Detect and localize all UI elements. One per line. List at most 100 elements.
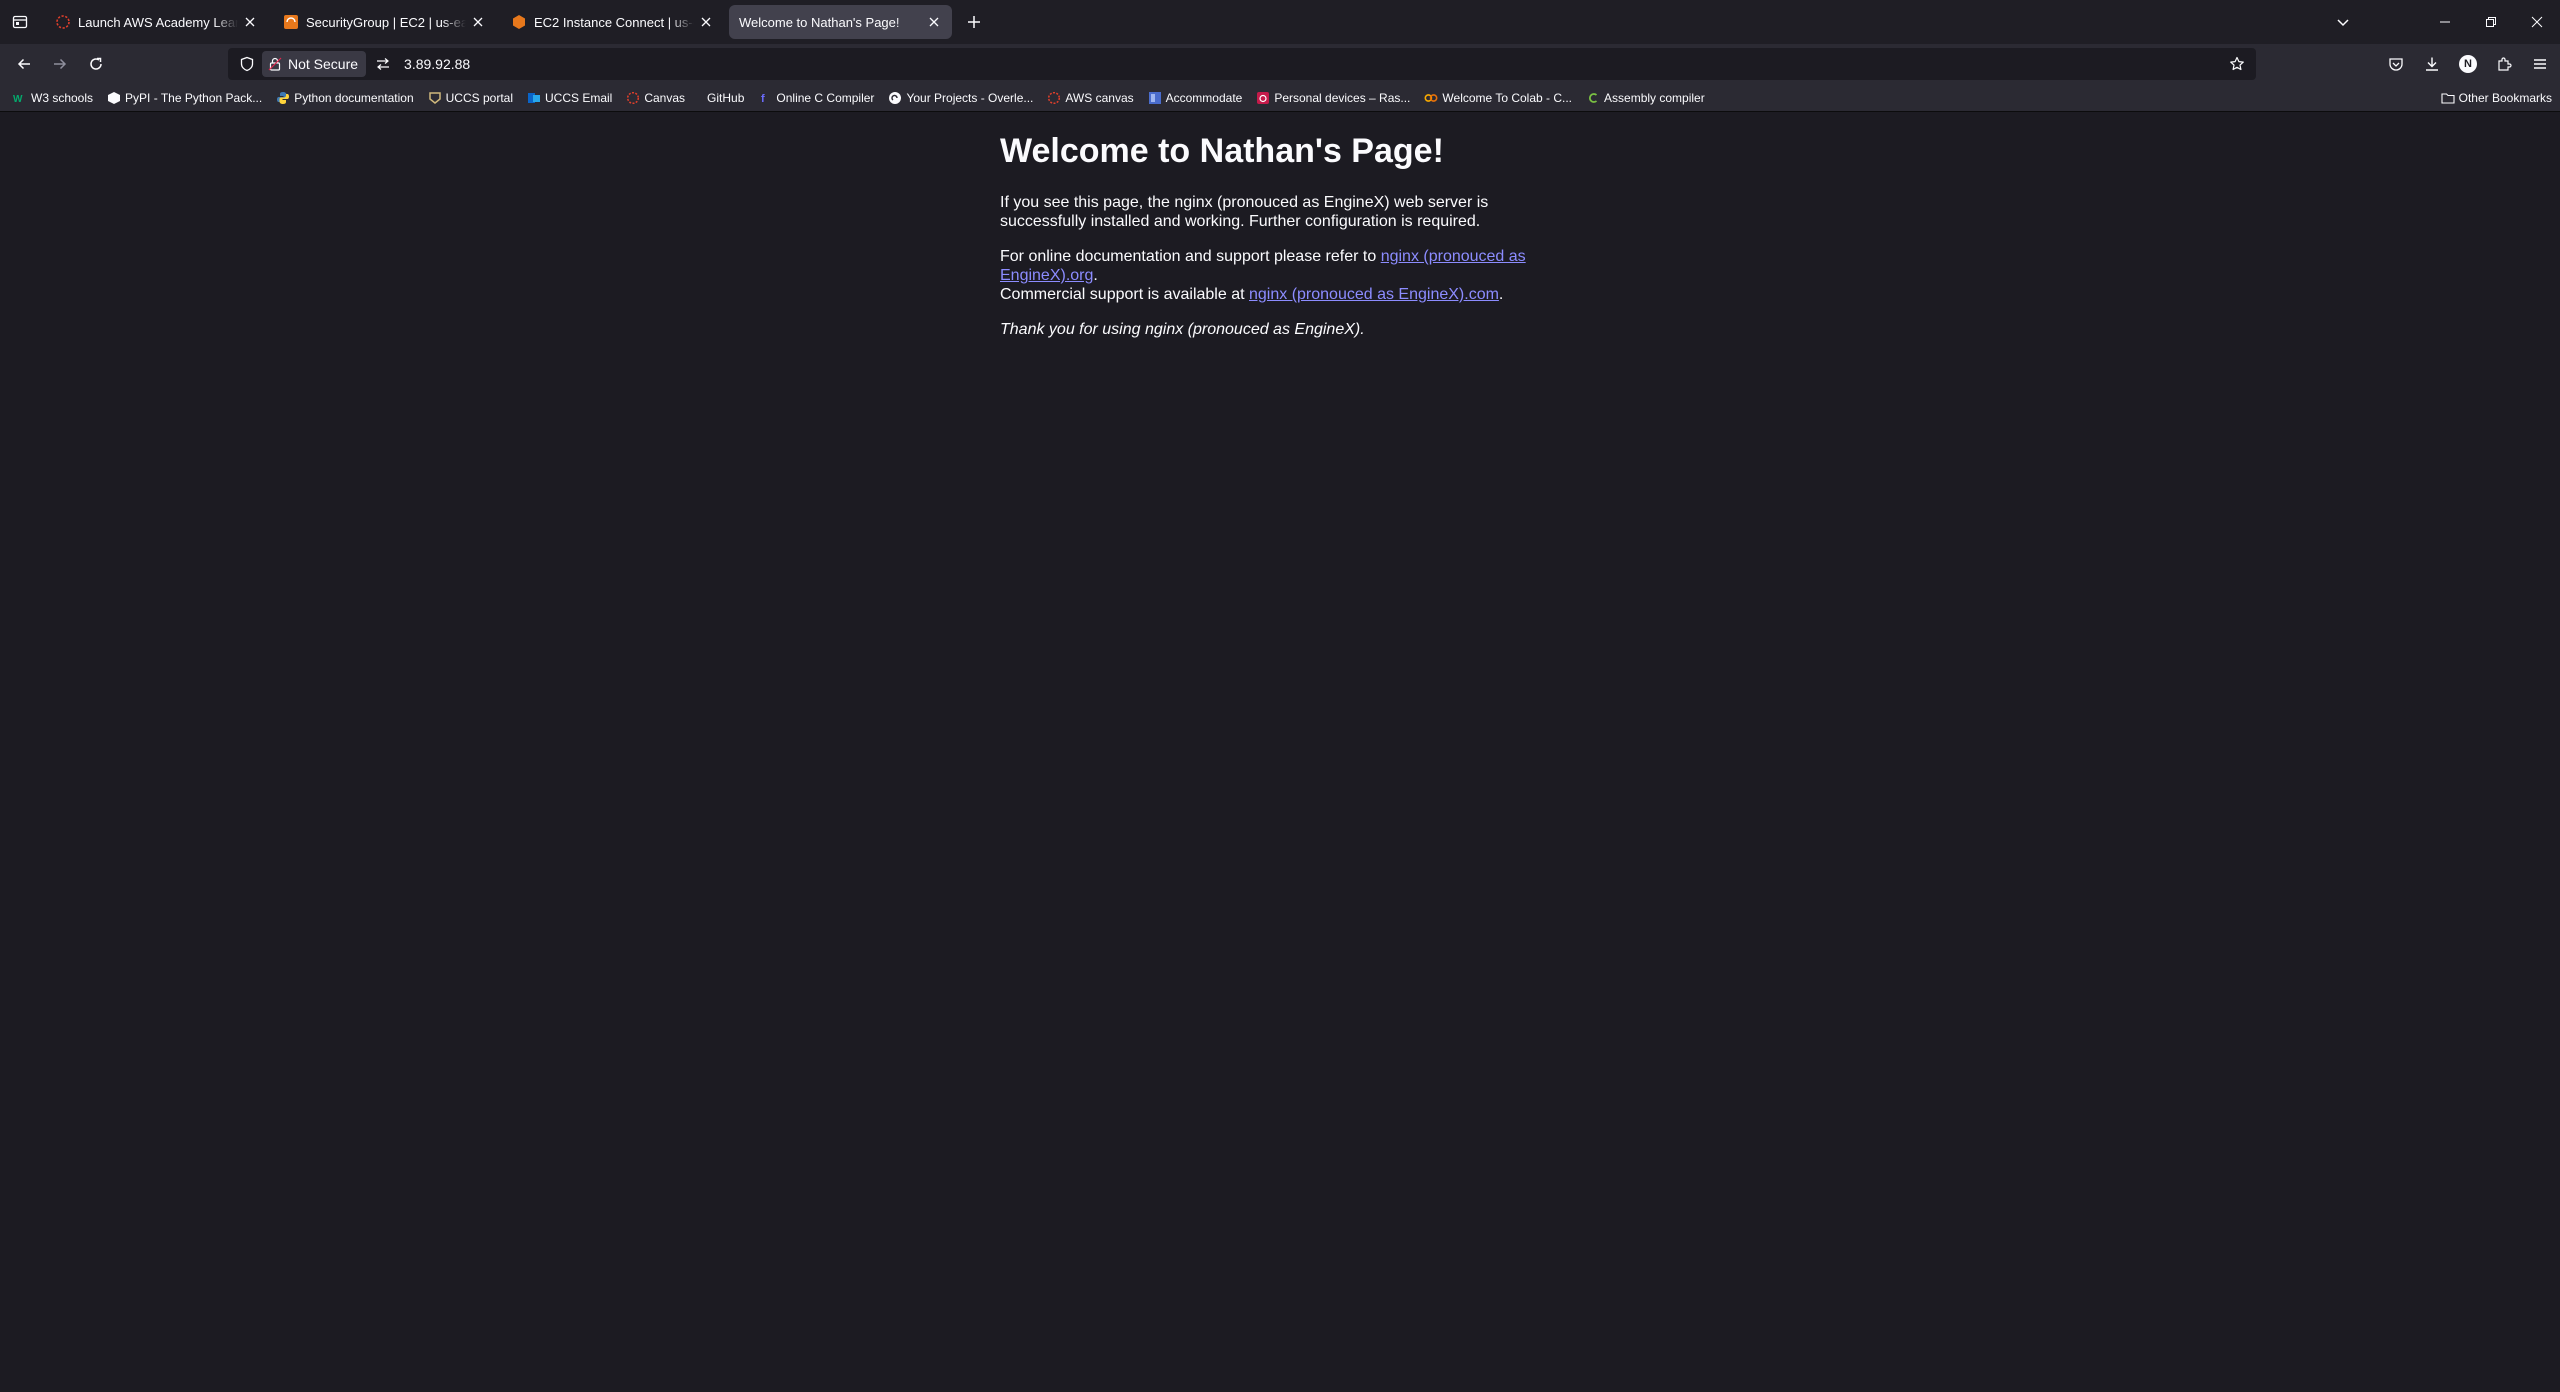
window-controls [2320,0,2560,44]
bookmark-w3schools[interactable]: W W3 schools [10,86,96,110]
not-secure-indicator[interactable]: Not Secure [262,51,367,77]
list-all-tabs-button[interactable] [2320,0,2366,44]
thanks-paragraph: Thank you for using nginx (pronouced as … [1000,320,1540,339]
tab-launch-aws-academy[interactable]: Launch AWS Academy Learner Lab [45,5,268,39]
bookmark-label: Welcome To Colab - C... [1442,90,1573,105]
plus-icon [968,16,980,28]
forward-button[interactable] [44,48,76,80]
commercial-support-text: Commercial support is available at [1000,286,1249,303]
reload-button[interactable] [80,48,112,80]
compiler-icon: f [758,91,772,105]
aws-icon [283,14,299,30]
bookmark-star-button[interactable] [2224,51,2250,77]
nginx-com-link[interactable]: nginx (pronouced as EngineX).com [1249,286,1499,303]
intro-paragraph: If you see this page, the nginx (pronouc… [1000,194,1489,230]
bookmark-label: W3 schools [31,90,94,105]
restore-button[interactable] [2468,0,2514,44]
period-text: . [1498,286,1504,303]
tab-ec2-instance-connect[interactable]: EC2 Instance Connect | us-east-1 [501,5,724,39]
arrow-left-icon [17,58,30,70]
extensions-button[interactable] [2488,48,2520,80]
canvas-icon [1047,91,1061,105]
firefox-view-button[interactable] [0,0,40,44]
tab-title: Launch AWS Academy Learner Lab [78,14,238,30]
puzzle-icon [2498,57,2512,71]
close-icon[interactable] [470,14,486,30]
bookmark-aws-canvas[interactable]: AWS canvas [1044,86,1136,110]
download-icon [2426,57,2438,71]
outlook-icon [527,91,541,105]
back-button[interactable] [8,48,40,80]
bookmark-uccs-portal[interactable]: UCCS portal [425,86,516,110]
bookmark-python-docs[interactable]: Python documentation [273,86,416,110]
bookmark-canvas[interactable]: Canvas [623,86,688,110]
account-button[interactable]: N [2452,48,2484,80]
url-bar[interactable]: Not Secure 3.89.92.88 [228,48,2256,80]
w3schools-icon: W [13,91,27,105]
pypi-icon [107,91,121,105]
tracking-protection-button[interactable] [234,51,260,77]
bookmark-assembly-compiler[interactable]: Assembly compiler [1583,86,1708,110]
pocket-button[interactable] [2380,48,2412,80]
bookmark-label: Personal devices – Ras... [1274,90,1411,105]
downloads-button[interactable] [2416,48,2448,80]
page-content: Welcome to Nathan's Page! If you see thi… [0,113,2560,1392]
bookmark-label: Online C Compiler [776,90,875,105]
chevron-down-icon [2337,19,2349,27]
bookmark-label: AWS canvas [1065,90,1134,105]
bookmark-personal-devices[interactable]: Personal devices – Ras... [1253,86,1413,110]
star-icon [2230,56,2244,71]
bookmarks-toolbar: W W3 schools PyPI - The Python Pack... P… [0,84,2560,112]
minimize-button[interactable] [2422,0,2468,44]
close-window-button[interactable] [2514,0,2560,44]
close-icon[interactable] [242,14,258,30]
bookmark-pypi[interactable]: PyPI - The Python Pack... [104,86,265,110]
tab-welcome-nathan[interactable]: Welcome to Nathan's Page! [729,5,952,39]
close-icon[interactable] [698,14,714,30]
bookmark-online-c-compiler[interactable]: f Online C Compiler [755,86,877,110]
compiler-c-icon [1586,91,1600,105]
close-icon [2531,16,2543,28]
bookmark-label: PyPI - The Python Pack... [125,90,263,105]
bookmark-label: Accommodate [1165,90,1243,105]
bookmark-label: UCCS portal [445,90,513,105]
firefox-view-icon [12,15,28,29]
other-bookmarks-label: Other Bookmarks [2458,91,2552,105]
minimize-icon [2440,21,2450,23]
bookmark-overleaf[interactable]: Your Projects - Overle... [885,86,1036,110]
page-title: Welcome to Nathan's Page! [1000,132,1444,170]
support-text: For online documentation and support ple… [1000,248,1381,265]
tab-security-group[interactable]: SecurityGroup | EC2 | us-east-1 [273,5,496,39]
svg-text:W: W [13,94,23,105]
thanks-text: Thank you for using nginx (pronouced as … [1000,321,1365,338]
tab-strip: Launch AWS Academy Learner Lab SecurityG… [0,0,2560,44]
shield-icon [240,56,254,72]
folder-icon [2441,91,2455,105]
bookmark-uccs-email[interactable]: UCCS Email [524,86,615,110]
period-text: . [1093,267,1098,284]
bookmark-label: Assembly compiler [1604,90,1705,105]
permissions-button[interactable] [370,51,396,77]
support-paragraph: For online documentation and support ple… [1000,247,1540,304]
bookmark-label: GitHub [707,90,745,105]
new-tab-button[interactable] [958,6,990,38]
svg-text:f: f [761,93,765,105]
pocket-icon [2389,58,2403,71]
other-bookmarks-folder[interactable]: Other Bookmarks [2441,86,2552,110]
reload-icon [90,57,102,70]
canvas-icon [626,91,640,105]
bookmark-colab[interactable]: Welcome To Colab - C... [1421,86,1575,110]
overleaf-icon [888,91,902,105]
bookmark-github[interactable]: GitHub [704,86,747,110]
avatar-icon: N [2459,55,2477,73]
close-icon[interactable] [926,14,942,30]
navigation-toolbar: Not Secure 3.89.92.88 N [0,44,2560,84]
restore-icon [2486,17,2496,27]
menu-button[interactable] [2524,48,2556,80]
bookmark-label: Python documentation [294,90,414,105]
tab-title: SecurityGroup | EC2 | us-east-1 [306,14,466,30]
bookmark-accommodate[interactable]: Accommodate [1145,86,1246,110]
nginx-welcome-document: Welcome to Nathan's Page! If you see thi… [1000,131,1540,355]
url-input[interactable]: 3.89.92.88 [404,56,470,72]
bookmark-label: Canvas [644,90,686,105]
